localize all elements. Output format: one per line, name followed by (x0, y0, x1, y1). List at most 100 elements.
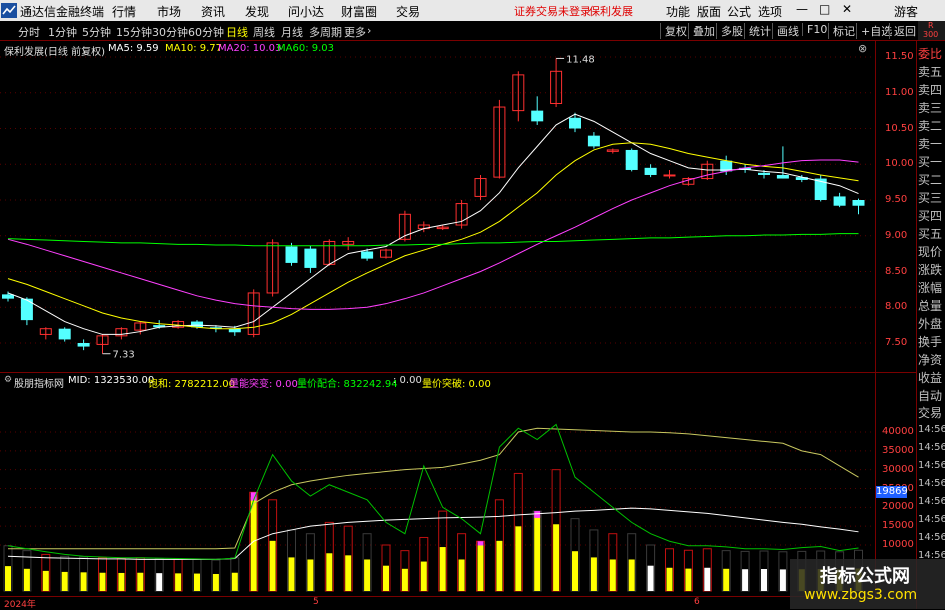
badge-bottom: 300 (923, 30, 939, 39)
date-label-june: 6 (694, 597, 700, 607)
volume-fill-bar (345, 555, 352, 591)
volume-fill-bar (401, 568, 408, 591)
volume-fill-bar (761, 569, 767, 591)
volume-tick-label: 30000 (882, 463, 914, 475)
volume-fill-bar (194, 573, 200, 591)
axis-divider (875, 40, 876, 597)
volume-fill-bar (137, 572, 144, 591)
price-tick-label: 10.00 (885, 158, 914, 170)
quote-field-label: 卖三 (918, 101, 943, 115)
volume-fill-bar (439, 547, 446, 591)
candle-body-down (361, 251, 374, 259)
volume-tick-label: 10000 (882, 539, 914, 550)
price-tick-label: 9.50 (885, 194, 908, 205)
volume-fill-bar (704, 567, 711, 591)
data-badge: R 300 (918, 21, 945, 40)
quote-field-label: 卖二 (918, 119, 943, 133)
date-label-may: 5 (313, 597, 319, 607)
indicator-line-0 (7, 507, 859, 560)
volume-tick-label: 35000 (882, 444, 914, 456)
volume-fill-bar (269, 540, 276, 591)
volume-fill-bar (572, 551, 578, 591)
volume-fill-bar (685, 568, 692, 591)
quote-field-label: 14:56 (918, 424, 945, 435)
volume-mutation-bar (534, 511, 541, 518)
quote-field-label: 14:56 (918, 460, 945, 471)
button-back[interactable]: 返回 (889, 23, 916, 39)
volume-fill-bar (80, 572, 87, 591)
guest-label[interactable]: 游客 (894, 3, 918, 20)
watermark-url: www.zbgs3.com (804, 587, 918, 603)
price-tick-label: 9.00 (885, 229, 908, 241)
date-label-2024: 2024年 (4, 600, 36, 610)
quote-field-label: 买二 (918, 173, 943, 187)
indicator-line-2 (7, 423, 859, 560)
quote-field-label: 自动 (918, 389, 943, 403)
quote-field-label: 总量 (918, 299, 943, 313)
volume-fill-bar (458, 559, 465, 591)
volume-fill-bar (61, 571, 68, 591)
volume-tick-label: 20000 (882, 501, 914, 513)
volume-fill-bar (23, 568, 30, 591)
volume-fill-bar (42, 570, 49, 591)
quote-field-label: 现价 (918, 245, 943, 259)
quote-field-label: 外盘 (918, 317, 943, 331)
volume-fill-bar (666, 567, 673, 591)
volume-fill-bar (383, 565, 389, 591)
volume-fill-bar (307, 559, 314, 591)
quote-field-label: 卖四 (918, 83, 943, 97)
ma-line-ma20 (7, 159, 859, 310)
quote-field-label: 卖五 (918, 65, 943, 79)
price-tick-label: 7.50 (885, 337, 908, 348)
low-price-label: 7.33 (113, 350, 135, 361)
quote-field-label: 涨幅 (918, 281, 943, 295)
quote-field-label: 卖一 (918, 137, 943, 151)
volume-fill-bar (647, 565, 654, 591)
quote-field-label: 14:56 (918, 478, 945, 489)
volume-fill-bar (779, 569, 786, 591)
volume-fill-bar (515, 526, 522, 591)
volume-fill-bar (628, 559, 635, 591)
high-price-label: 11.48 (566, 54, 595, 65)
volume-fill-bar (156, 573, 163, 591)
price-tick-label: 8.50 (885, 265, 908, 277)
watermark-title: 指标公式网 (820, 566, 910, 587)
volume-fill-bar (250, 497, 257, 591)
quote-field-label: 委比 (918, 47, 943, 61)
volume-mutation-bar (477, 541, 484, 546)
site-watermark: 指标公式网 www.zbgs3.com (790, 559, 945, 609)
quote-field-label: 14:56 (918, 442, 945, 453)
candle-body-down (77, 343, 90, 347)
candle-body-down (285, 246, 298, 263)
price-tick-label: 11.50 (885, 51, 914, 62)
quote-field-label: 14:56 (918, 514, 945, 525)
volume-fill-bar (212, 573, 219, 591)
quote-field-label: 买五 (918, 227, 943, 241)
volume-fill-bar (175, 573, 182, 591)
panel-divider (916, 40, 917, 609)
candle-body-down (644, 167, 657, 175)
quote-field-label: 14:56 (918, 532, 945, 543)
kline-chart[interactable]: 11.48 7.33 (0, 0, 875, 609)
volume-fill-bar (288, 557, 295, 591)
candle-body-down (776, 174, 789, 179)
volume-fill-bar (534, 515, 541, 591)
quote-field-label: 买四 (918, 209, 943, 223)
volume-fill-bar (553, 524, 560, 591)
volume-fill-bar (609, 559, 616, 591)
candle-body-down (587, 135, 600, 147)
candle-body-up (663, 174, 676, 177)
volume-fill-bar (742, 569, 749, 591)
volume-fill-bar (496, 540, 503, 591)
candle-body-down (20, 298, 33, 321)
volume-tick-label: 40000 (882, 426, 914, 437)
volume-fill-bar (118, 572, 125, 591)
price-tick-label: 11.00 (885, 86, 914, 98)
volume-fill-bar (590, 557, 597, 591)
candle-body-down (304, 248, 317, 268)
volume-fill-bar (723, 568, 730, 591)
quote-field-label: 换手 (918, 335, 943, 349)
quote-field-label: 买三 (918, 191, 943, 205)
price-tick-label: 10.50 (885, 122, 914, 134)
candle-body-down (625, 149, 638, 170)
